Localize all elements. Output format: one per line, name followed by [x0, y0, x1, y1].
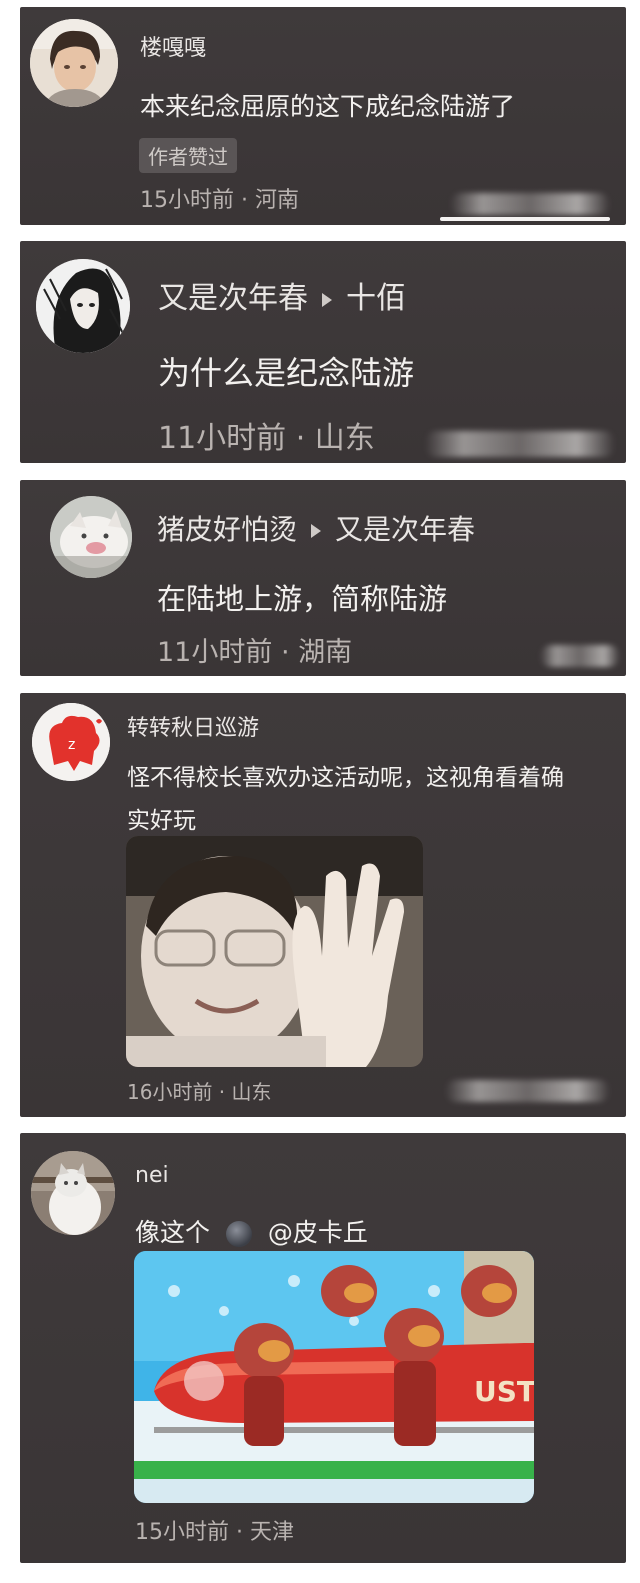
comment-text: 在陆地上游，简称陆游: [157, 582, 448, 616]
comment-image[interactable]: UST: [134, 1251, 534, 1503]
author-name[interactable]: 转转秋日巡游: [127, 710, 259, 742]
comment-meta: 16小时前 · 山东: [127, 1080, 272, 1104]
comment-card-2: 又是次年春 十佰 为什么是纪念陆游 11小时前 · 山东: [20, 241, 626, 463]
comment-image[interactable]: [126, 836, 423, 1067]
author-link[interactable]: 猪皮好怕烫: [157, 513, 297, 546]
comment-meta: 15小时前 · 河南: [140, 188, 299, 213]
author-name: 猪皮好怕烫 又是次年春: [157, 508, 475, 548]
author-name[interactable]: 楼嘎嘎: [140, 30, 206, 62]
avatar-4[interactable]: z: [32, 703, 110, 781]
avatar-3[interactable]: [50, 496, 132, 578]
avatar-5[interactable]: [31, 1151, 115, 1235]
blurred-actions: [425, 431, 615, 457]
emoji-icon: [225, 1221, 252, 1247]
comment-meta: 11小时前 · 山东: [158, 421, 375, 456]
reply-arrow-icon: [322, 292, 332, 307]
avatar-1[interactable]: [30, 19, 118, 107]
author-name: 又是次年春 十佰: [158, 273, 406, 317]
comment-meta: 15小时前 · 天津: [135, 1520, 294, 1545]
blurred-actions: [540, 645, 620, 667]
comment-text-body: 像这个: [135, 1218, 211, 1247]
comment-text-line-1: 怪不得校长喜欢办这活动呢，这视角看着确: [127, 765, 564, 791]
comment-card-1: 楼嘎嘎 本来纪念屈原的这下成纪念陆游了 作者赞过 15小时前 · 河南: [20, 7, 626, 225]
mention-link[interactable]: @皮卡丘: [268, 1218, 368, 1247]
avatar-2[interactable]: [36, 259, 130, 353]
comment-card-3: 猪皮好怕烫 又是次年春 在陆地上游，简称陆游 11小时前 · 湖南: [20, 480, 626, 676]
author-liked-badge: 作者赞过: [139, 138, 237, 173]
svg-text:z: z: [68, 737, 75, 753]
comment-card-5: nei 像这个 @皮卡丘 UST 15小时前 · 天津: [20, 1133, 626, 1563]
blurred-actions: [445, 1080, 610, 1102]
comment-text: 像这个 @皮卡丘: [135, 1213, 368, 1249]
reply-target-link[interactable]: 十佰: [346, 281, 406, 316]
blurred-actions: [450, 193, 610, 215]
comment-card-4: z 转转秋日巡游 怪不得校长喜欢办这活动呢，这视角看着确 实好玩 16小时前 ·…: [20, 693, 626, 1117]
comment-text-line-2: 实好玩: [127, 808, 196, 834]
comment-text: 为什么是纪念陆游: [158, 354, 415, 392]
author-link[interactable]: 又是次年春: [158, 281, 308, 316]
reply-arrow-icon: [311, 524, 322, 538]
reply-target-link[interactable]: 又是次年春: [335, 513, 475, 546]
comment-meta: 11小时前 · 湖南: [157, 637, 353, 668]
comment-text: 本来纪念屈原的这下成纪念陆游了: [140, 92, 516, 121]
sled-sign: UST: [474, 1375, 534, 1408]
highlight-line: [440, 217, 610, 221]
author-name[interactable]: nei: [135, 1163, 169, 1188]
